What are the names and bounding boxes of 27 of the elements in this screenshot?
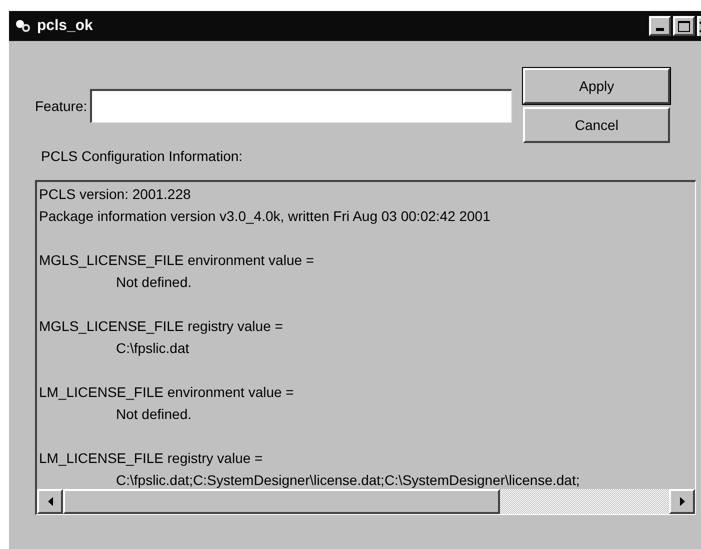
- scroll-right-button[interactable]: [669, 489, 695, 514]
- left-arrow-icon: [48, 497, 52, 506]
- feature-field[interactable]: [90, 89, 512, 123]
- maximize-icon: [678, 20, 690, 32]
- info-line: C:\fpslic.dat: [115, 339, 190, 358]
- info-line: MGLS_LICENSE_FILE registry value =: [39, 317, 283, 336]
- info-line: C:\fpslic.dat;C:SystemDesigner\license.dat;C:\SystemDesigner\license.dat;: [115, 471, 580, 489]
- app-icon: [13, 17, 33, 35]
- maximize-button[interactable]: [673, 16, 695, 36]
- info-line: LM_LICENSE_FILE registry value =: [39, 449, 263, 468]
- horizontal-scrollbar[interactable]: [37, 489, 695, 514]
- minimize-icon: [656, 28, 664, 31]
- window-title: pcls_ok: [37, 16, 93, 36]
- info-line: Not defined.: [115, 273, 192, 292]
- info-line: PCLS version: 2001.228: [39, 185, 191, 204]
- dialog-button[interactable]: Cancel: [523, 107, 670, 143]
- info-line: LM_LICENSE_FILE environment value =: [39, 383, 294, 402]
- info-label: PCLS Configuration Information:: [41, 147, 243, 166]
- scroll-thumb[interactable]: [63, 489, 500, 514]
- info-line: MGLS_LICENSE_FILE environment value =: [39, 251, 314, 270]
- dialog-button[interactable]: Apply: [523, 68, 670, 104]
- scroll-left-button[interactable]: [37, 489, 63, 514]
- info-line: Not defined.: [115, 405, 192, 424]
- feature-label: Feature:: [35, 96, 88, 116]
- right-arrow-icon: [680, 497, 684, 506]
- minimize-button[interactable]: [649, 16, 671, 36]
- info-line: Package information version v3.0_4.0k, written Fri Aug 03 00:02:42 2001: [39, 207, 490, 226]
